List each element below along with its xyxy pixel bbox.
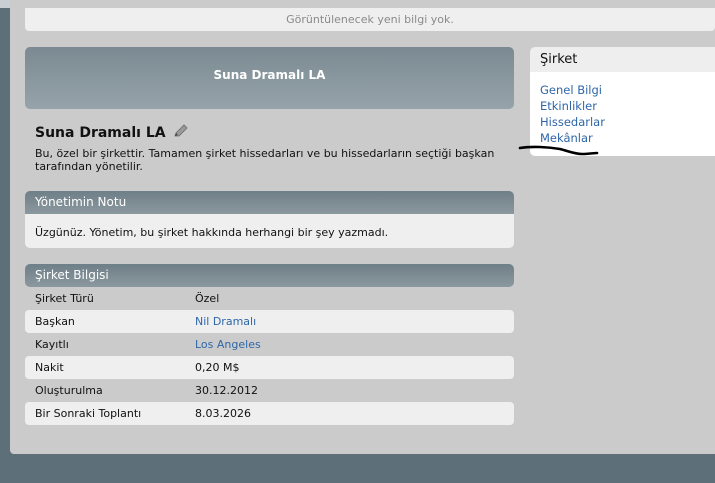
info-value: 30.12.2012 [195,384,258,397]
president-link[interactable]: Nil Dramalı [195,310,256,333]
info-label: Nakit [35,361,64,374]
pencil-icon[interactable] [173,124,189,141]
sidebar-item-shareholders[interactable]: Hissedarlar [540,114,715,130]
info-row-company-type: Şirket Türü Özel [25,287,514,310]
info-label: Başkan [35,315,75,328]
management-note-text: Üzgünüz. Yönetim, bu şirket hakkında her… [25,214,514,248]
info-label: Bir Sonraki Toplantı [35,407,142,420]
notification-notice: Görüntülenecek yeni bilgi yok. [25,8,715,31]
info-label: Kayıtlı [35,338,69,351]
info-value: 0,20 M$ [195,361,240,374]
sidebar-item-events[interactable]: Etkinlikler [540,98,715,114]
company-header: Suna Dramalı LA Bu, özel bir şirkettir. … [35,124,515,173]
info-label: Oluşturulma [35,384,103,397]
info-row-cash: Nakit 0,20 M$ [25,356,514,379]
info-row-president: Başkan Nil Dramalı [25,310,514,333]
sidebar-header: Şirket [530,47,715,72]
sidebar-item-general-info[interactable]: Genel Bilgi [540,82,715,98]
company-description: Bu, özel bir şirkettir. Tamamen şirket h… [35,147,495,173]
company-name-banner: Suna Dramalı LA [25,47,514,109]
info-value: 8.03.2026 [195,407,251,420]
info-label: Şirket Türü [35,292,94,305]
info-value: Özel [195,292,220,305]
info-row-registered: Kayıtlı Los Angeles [25,333,514,356]
company-title: Suna Dramalı LA [35,125,166,141]
info-row-next-meeting: Bir Sonraki Toplantı 8.03.2026 [25,402,514,425]
info-row-created: Oluşturulma 30.12.2012 [25,379,514,402]
registered-location-link[interactable]: Los Angeles [195,333,261,356]
management-note-header: Yönetimin Notu [25,191,514,214]
company-info-header: Şirket Bilgisi [25,264,514,287]
underline-annotation [518,145,599,156]
